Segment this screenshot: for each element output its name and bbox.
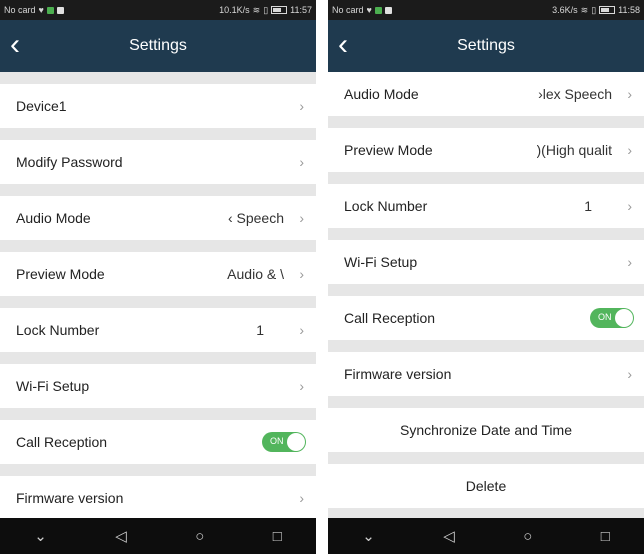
lock-number-row[interactable]: Lock Number 1 ›: [0, 308, 316, 352]
call-reception-toggle[interactable]: ON: [262, 432, 306, 452]
chevron-right-icon: ›: [299, 266, 304, 282]
row-label: Audio Mode: [16, 210, 91, 226]
chevron-right-icon: ›: [627, 86, 632, 102]
app-notification-icon: [46, 6, 54, 14]
row-value: ›lex Speech: [538, 86, 612, 102]
toggle-knob: [287, 433, 305, 451]
chevron-right-icon: ›: [627, 142, 632, 158]
settings-list: Device1 › Modify Password › Audio Mode ‹…: [0, 72, 316, 520]
wifi-setup-row[interactable]: Wi-Fi Setup ›: [0, 364, 316, 408]
firmware-version-row[interactable]: Firmware version ›: [328, 352, 644, 396]
row-label: Preview Mode: [16, 266, 105, 282]
row-label: Firmware version: [344, 366, 452, 382]
chevron-down-icon[interactable]: ⌄: [362, 527, 375, 545]
row-value: ‹ Speech: [227, 210, 284, 226]
audio-mode-row[interactable]: Audio Mode ›lex Speech ›: [328, 72, 644, 116]
device-row[interactable]: Device1 ›: [0, 84, 316, 128]
page-title: Settings: [129, 37, 187, 54]
synchronize-date-time-button[interactable]: Synchronize Date and Time: [328, 408, 644, 452]
row-value: 1: [256, 322, 264, 338]
delete-button[interactable]: Delete: [328, 464, 644, 508]
row-label: Audio Mode: [344, 86, 419, 102]
chevron-right-icon: ›: [299, 98, 304, 114]
wifi-setup-row[interactable]: Wi-Fi Setup ›: [328, 240, 644, 284]
chevron-right-icon: ›: [627, 254, 632, 270]
row-label: Device1: [16, 98, 67, 114]
sim-icon: ▯: [591, 4, 597, 15]
call-reception-row: Call Reception ON: [328, 296, 644, 340]
toggle-state-text: ON: [270, 436, 284, 446]
chevron-right-icon: ›: [299, 378, 304, 394]
signal-icon: ♥: [38, 5, 44, 15]
audio-mode-row[interactable]: Audio Mode ‹ Speech ›: [0, 196, 316, 240]
network-speed: 3.6K/s: [552, 5, 578, 15]
back-arrow-icon[interactable]: ‹: [338, 28, 348, 62]
settings-list: Audio Mode ›lex Speech › Preview Mode )(…: [328, 72, 644, 508]
left-phone-screen: No card ♥ 10.1K/s ≋ ▯ 11:57 ‹ Settings D…: [0, 0, 316, 554]
lock-number-row[interactable]: Lock Number 1 ›: [328, 184, 644, 228]
clock: 11:58: [618, 5, 640, 15]
back-triangle-icon[interactable]: ◁: [443, 527, 455, 545]
network-speed: 10.1K/s: [219, 5, 250, 15]
chevron-right-icon: ›: [299, 210, 304, 226]
row-label: Wi-Fi Setup: [344, 254, 418, 270]
chevron-right-icon: ›: [299, 154, 304, 170]
wifi-icon: ≋: [252, 4, 261, 15]
row-value: )(High qualit: [536, 142, 612, 158]
signal-icon: ♥: [366, 5, 372, 15]
preview-mode-row[interactable]: Preview Mode )(High qualit ›: [328, 128, 644, 172]
row-label: Modify Password: [16, 154, 123, 170]
page-title: Settings: [457, 37, 515, 54]
row-label: Preview Mode: [344, 142, 433, 158]
call-reception-toggle[interactable]: ON: [590, 308, 634, 328]
row-label: Call Reception: [344, 310, 436, 326]
chevron-right-icon: ›: [627, 198, 632, 214]
app-header: ‹ Settings: [328, 20, 644, 72]
app-header: ‹ Settings: [0, 20, 316, 72]
button-label: Synchronize Date and Time: [400, 422, 572, 438]
button-label: Delete: [465, 478, 507, 494]
carrier-text: No card: [332, 5, 364, 15]
clock: 11:57: [290, 5, 312, 15]
toggle-knob: [615, 309, 633, 327]
call-reception-row: Call Reception ON: [0, 420, 316, 464]
battery-icon: [271, 6, 288, 14]
sim-icon: ▯: [263, 4, 269, 15]
preview-mode-row[interactable]: Preview Mode Audio & \ ›: [0, 252, 316, 296]
app-notification-icon: [384, 6, 392, 14]
right-phone-screen: No card ♥ 3.6K/s ≋ ▯ 11:58 ‹ Settings Au…: [328, 0, 644, 554]
carrier-text: No card: [4, 5, 36, 15]
recent-square-icon[interactable]: □: [273, 528, 282, 545]
app-notification-icon: [374, 6, 382, 14]
chevron-right-icon: ›: [299, 490, 304, 506]
modify-password-row[interactable]: Modify Password ›: [0, 140, 316, 184]
home-circle-icon[interactable]: ○: [195, 528, 204, 545]
wifi-icon: ≋: [580, 4, 589, 15]
back-arrow-icon[interactable]: ‹: [10, 28, 20, 62]
row-label: Wi-Fi Setup: [16, 378, 90, 394]
battery-icon: [599, 6, 616, 14]
row-value: Audio & \: [227, 266, 284, 282]
row-label: Lock Number: [344, 198, 428, 214]
status-bar: No card ♥ 3.6K/s ≋ ▯ 11:58: [328, 0, 644, 20]
row-value: 1: [584, 198, 592, 214]
status-bar: No card ♥ 10.1K/s ≋ ▯ 11:57: [0, 0, 316, 20]
row-label: Call Reception: [16, 434, 108, 450]
chevron-right-icon: ›: [627, 366, 632, 382]
row-label: Firmware version: [16, 490, 124, 506]
recent-square-icon[interactable]: □: [601, 528, 610, 545]
chevron-down-icon[interactable]: ⌄: [34, 527, 47, 545]
chevron-right-icon: ›: [299, 322, 304, 338]
app-notification-icon: [56, 6, 64, 14]
android-nav-bar: ⌄ ◁ ○ □: [328, 518, 644, 554]
home-circle-icon[interactable]: ○: [523, 528, 532, 545]
back-triangle-icon[interactable]: ◁: [115, 527, 127, 545]
android-nav-bar: ⌄ ◁ ○ □: [0, 518, 316, 554]
toggle-state-text: ON: [598, 312, 612, 322]
firmware-version-row[interactable]: Firmware version ›: [0, 476, 316, 520]
row-label: Lock Number: [16, 322, 100, 338]
